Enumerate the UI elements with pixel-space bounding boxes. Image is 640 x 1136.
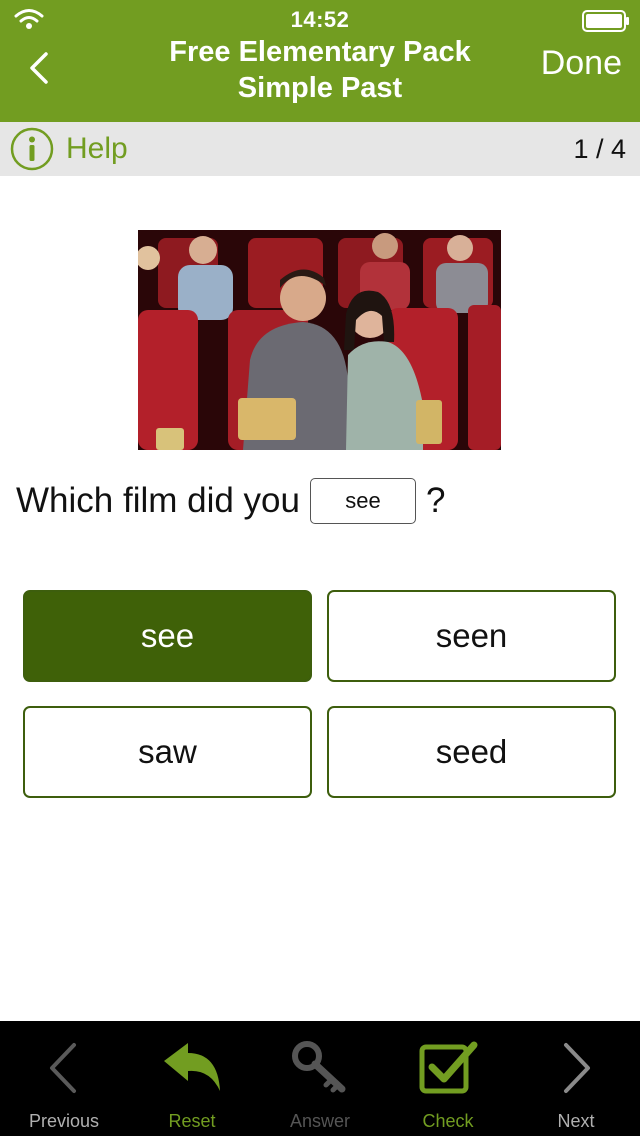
reset-button[interactable]: Reset xyxy=(128,1021,256,1136)
title-line-topic: Simple Past xyxy=(237,72,403,104)
chevron-left-icon xyxy=(50,1043,76,1093)
option-button-seed[interactable]: seed xyxy=(327,706,616,798)
key-icon xyxy=(292,1041,346,1093)
page-title: Free Elementary Pack Simple Past xyxy=(120,34,520,106)
chevron-right-icon xyxy=(564,1043,590,1093)
question-mark: ? xyxy=(425,481,446,520)
next-label: Next xyxy=(557,1111,595,1131)
nav-header: 14:52 Free Elementary Pack Simple Past D… xyxy=(0,0,640,122)
bottom-toolbar: Previous Reset Answer Check Next xyxy=(0,1021,640,1136)
done-button[interactable]: Done xyxy=(541,44,622,83)
reset-label: Reset xyxy=(168,1111,216,1131)
previous-label: Previous xyxy=(28,1111,100,1131)
check-label: Check xyxy=(422,1111,474,1131)
help-bar: Help 1 / 4 xyxy=(0,122,640,176)
answer-button[interactable]: Answer xyxy=(256,1021,384,1136)
status-time: 14:52 xyxy=(290,7,350,32)
check-button[interactable]: Check xyxy=(384,1021,512,1136)
reset-arrow-icon xyxy=(164,1043,220,1091)
option-button-saw[interactable]: saw xyxy=(23,706,312,798)
answer-blank[interactable]: see xyxy=(309,478,416,524)
info-icon xyxy=(10,127,54,171)
help-label: Help xyxy=(66,132,128,165)
next-button[interactable]: Next xyxy=(512,1021,640,1136)
cinema-audience-photo xyxy=(138,230,501,450)
option-button-seen[interactable]: seen xyxy=(327,590,616,682)
page-counter: 1 / 4 xyxy=(573,134,626,164)
answer-label: Answer xyxy=(289,1111,351,1131)
battery-icon xyxy=(582,10,629,32)
option-button-see[interactable]: see xyxy=(23,590,312,682)
checkbox-check-icon xyxy=(419,1041,478,1094)
help-button[interactable]: Help xyxy=(10,127,128,171)
question-text: Which film did you xyxy=(16,481,300,520)
previous-button[interactable]: Previous xyxy=(0,1021,128,1136)
question-sentence: Which film did you see ? xyxy=(16,478,445,524)
title-line-pack: Free Elementary Pack xyxy=(169,36,471,68)
back-chevron-icon[interactable] xyxy=(22,48,58,88)
